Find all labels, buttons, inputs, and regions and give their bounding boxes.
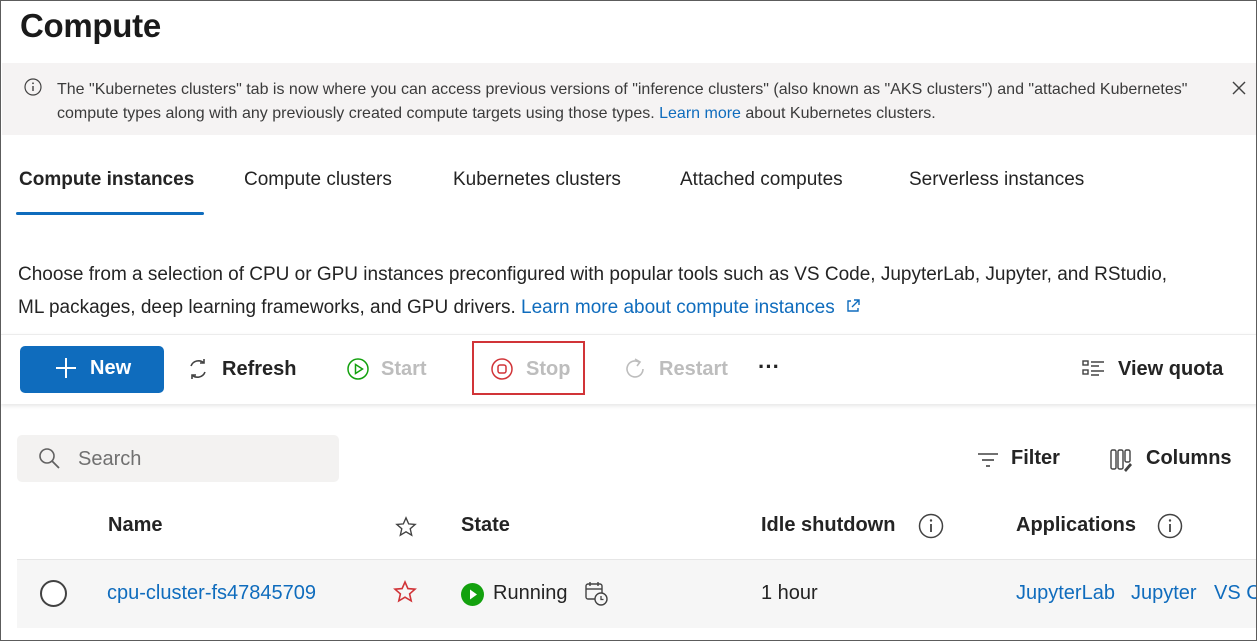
plus-icon (56, 358, 76, 378)
page-title: Compute (20, 7, 161, 44)
view-quota-button[interactable]: View quota (1082, 346, 1232, 393)
info-banner: The "Kubernetes clusters" tab is now whe… (2, 63, 1256, 135)
info-icon[interactable] (918, 513, 944, 539)
more-icon: ··· (758, 354, 780, 379)
table-row[interactable]: cpu-cluster-fs47845709 Running 1 hour Ju… (17, 559, 1256, 628)
idle-shutdown-value: 1 hour (761, 582, 818, 604)
row-select-radio[interactable] (40, 580, 67, 607)
search-icon (39, 448, 60, 469)
columns-label: Columns (1146, 447, 1232, 469)
view-quota-label: View quota (1118, 358, 1224, 380)
compute-page: Compute The "Kubernetes clusters" tab is… (0, 0, 1257, 641)
filter-icon (978, 453, 998, 467)
column-header-state[interactable]: State (461, 514, 510, 537)
learn-more-compute-label: Learn more about compute instances (521, 297, 835, 318)
close-icon[interactable] (1231, 80, 1247, 96)
info-icon[interactable] (1157, 513, 1183, 539)
new-button-label: New (90, 357, 132, 379)
info-icon (24, 78, 42, 96)
running-status-icon (461, 583, 484, 606)
app-link-jupyter[interactable]: Jupyter (1131, 582, 1197, 605)
external-link-icon (847, 299, 860, 312)
list-icon (1082, 360, 1104, 376)
app-link-jupyterlab[interactable]: JupyterLab (1016, 582, 1115, 605)
stop-button[interactable]: Stop (490, 346, 575, 393)
tab-kubernetes-clusters[interactable]: Kubernetes clusters (453, 169, 621, 217)
schedule-icon[interactable] (584, 580, 608, 606)
column-header-name[interactable]: Name (108, 514, 162, 537)
restart-button[interactable]: Restart (623, 346, 731, 393)
tab-attached-computes[interactable]: Attached computes (680, 169, 843, 217)
start-label: Start (381, 358, 427, 380)
tab-compute-clusters[interactable]: Compute clusters (244, 169, 392, 217)
description-line-2-wrap: ML packages, deep learning frameworks, a… (18, 291, 1256, 324)
active-tab-indicator (16, 212, 204, 215)
banner-text: The "Kubernetes clusters" tab is now whe… (57, 78, 1207, 126)
play-circle-icon (347, 358, 369, 380)
tab-compute-instances[interactable]: Compute instances (19, 169, 194, 217)
new-button[interactable]: New (20, 346, 164, 393)
search-placeholder: Search (78, 448, 142, 470)
star-outline-icon[interactable] (395, 516, 417, 538)
description-line-1: Choose from a selection of CPU or GPU in… (18, 264, 1168, 285)
refresh-icon (190, 359, 206, 379)
favorite-star-icon[interactable] (393, 580, 417, 604)
description-line-2: ML packages, deep learning frameworks, a… (18, 297, 516, 318)
restart-icon (626, 358, 644, 378)
refresh-label: Refresh (222, 358, 297, 380)
column-header-idle-shutdown[interactable]: Idle shutdown (761, 514, 895, 537)
filter-label: Filter (1011, 447, 1060, 469)
more-actions-button[interactable]: ··· (758, 342, 788, 389)
command-toolbar: New Refresh Start Stop Restart ··· View … (1, 334, 1256, 404)
column-header-applications[interactable]: Applications (1016, 514, 1136, 537)
banner-learn-more-link[interactable]: Learn more (659, 105, 741, 122)
search-input[interactable]: Search (17, 435, 339, 482)
restart-label: Restart (659, 358, 728, 380)
banner-message-tail: about Kubernetes clusters. (745, 105, 936, 122)
columns-icon (1110, 449, 1132, 472)
compute-instances-grid: Search Filter Columns Name State Idle sh (1, 415, 1256, 640)
compute-name-link[interactable]: cpu-cluster-fs47845709 (107, 582, 316, 605)
learn-more-compute-link[interactable]: Learn more about compute instances (521, 297, 861, 318)
stop-label: Stop (526, 358, 571, 380)
refresh-button[interactable]: Refresh (186, 346, 298, 393)
state-value: Running (493, 582, 568, 604)
compute-tabs: Compute instances Compute clusters Kuber… (1, 169, 1256, 219)
stop-circle-icon (491, 358, 513, 380)
page-description: Choose from a selection of CPU or GPU in… (18, 258, 1256, 324)
app-link-vscode[interactable]: VS Code (1214, 582, 1256, 605)
banner-message: The "Kubernetes clusters" tab is now whe… (57, 81, 1188, 122)
start-button[interactable]: Start (346, 346, 431, 393)
tab-serverless-instances[interactable]: Serverless instances (909, 169, 1084, 217)
play-icon (470, 589, 477, 600)
